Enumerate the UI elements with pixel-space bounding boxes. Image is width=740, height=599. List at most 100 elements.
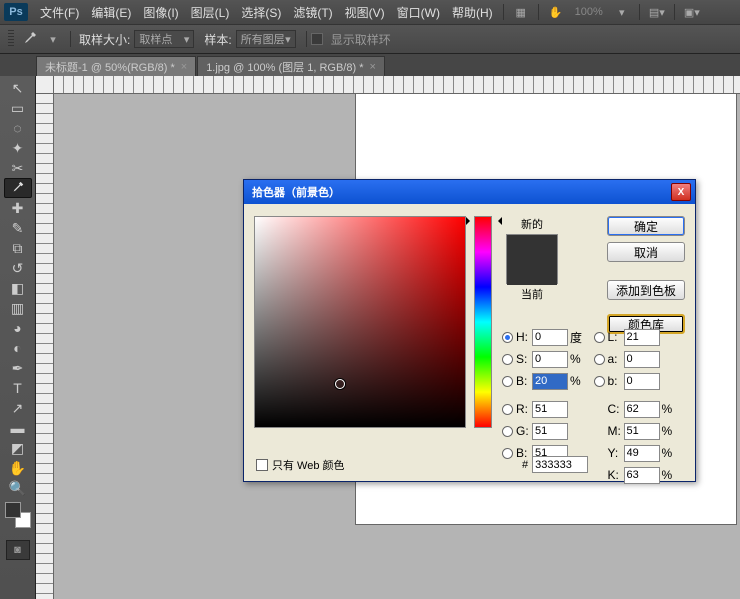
input-y[interactable]: [624, 445, 660, 462]
heal-tool[interactable]: ✚: [4, 198, 32, 218]
document-tab-active[interactable]: 未标题-1 @ 50%(RGB/8) *×: [36, 56, 196, 76]
input-a[interactable]: [624, 351, 660, 368]
input-b-hsb[interactable]: [532, 373, 568, 390]
ruler-vertical[interactable]: [36, 94, 54, 599]
input-l[interactable]: [624, 329, 660, 346]
quickmask-icon[interactable]: ◙: [6, 540, 30, 560]
radio-s[interactable]: [502, 354, 513, 365]
tool-preset-dropdown[interactable]: ▾: [44, 32, 62, 46]
marquee-tool[interactable]: ▭: [4, 98, 32, 118]
ruler-horizontal[interactable]: [54, 76, 740, 94]
3d-tool[interactable]: ◩: [4, 438, 32, 458]
web-only-checkbox[interactable]: [256, 459, 268, 471]
radio-l[interactable]: [594, 332, 605, 343]
label-l: L:: [608, 330, 624, 344]
color-field-marker[interactable]: [335, 379, 345, 389]
input-hex[interactable]: [532, 456, 588, 473]
path-tool[interactable]: ↗: [4, 398, 32, 418]
menu-help[interactable]: 帮助(H): [446, 4, 499, 21]
screen-mode-icon[interactable]: ▣▾: [683, 5, 701, 19]
zoom-tool[interactable]: 🔍: [4, 478, 32, 498]
label-a: a:: [608, 352, 624, 366]
menu-bar: Ps 文件(F) 编辑(E) 图像(I) 图层(L) 选择(S) 滤镜(T) 视…: [0, 0, 740, 24]
hand-tool[interactable]: ✋: [4, 458, 32, 478]
grip-icon[interactable]: [8, 30, 14, 48]
input-c[interactable]: [624, 401, 660, 418]
sample-layers-select[interactable]: 所有图层▾: [236, 30, 296, 48]
radio-bl[interactable]: [502, 448, 513, 459]
radio-b-lab[interactable]: [594, 376, 605, 387]
move-tool[interactable]: ↖: [4, 78, 32, 98]
label-r: R:: [516, 402, 532, 416]
sample-size-select[interactable]: 取样点▾: [134, 30, 194, 48]
radio-b[interactable]: [502, 376, 513, 387]
preview-new-label: 新的: [506, 216, 558, 232]
eyedropper-tool[interactable]: [4, 178, 32, 198]
menu-filter[interactable]: 滤镜(T): [287, 4, 338, 21]
launch-icon[interactable]: ▦: [512, 5, 530, 19]
close-button[interactable]: X: [671, 183, 691, 201]
input-m[interactable]: [624, 423, 660, 440]
history-brush-tool[interactable]: ↺: [4, 258, 32, 278]
dialog-title: 拾色器（前景色）: [252, 184, 340, 200]
menu-window[interactable]: 窗口(W): [391, 4, 446, 21]
preview-current-label: 当前: [506, 286, 558, 302]
radio-a[interactable]: [594, 354, 605, 365]
menu-view[interactable]: 视图(V): [339, 4, 391, 21]
hand-icon[interactable]: ✋: [547, 5, 565, 19]
toolbox: ↖ ▭ ◌ ✦ ✂ ✚ ✎ ⧉ ↺ ◧ ▥ ◕ ◐ ✒ T ↗ ▬ ◩ ✋ 🔍 …: [0, 76, 36, 599]
type-tool[interactable]: T: [4, 378, 32, 398]
eyedropper-icon[interactable]: [20, 29, 40, 49]
pen-tool[interactable]: ✒: [4, 358, 32, 378]
stamp-tool[interactable]: ⧉: [4, 238, 32, 258]
color-field[interactable]: [254, 216, 466, 428]
menu-edit[interactable]: 编辑(E): [85, 4, 137, 21]
menu-image[interactable]: 图像(I): [137, 4, 184, 21]
label-h: H:: [516, 330, 532, 344]
show-ring-checkbox[interactable]: [311, 33, 323, 45]
radio-h[interactable]: [502, 332, 513, 343]
lasso-tool[interactable]: ◌: [4, 118, 32, 138]
radio-g[interactable]: [502, 426, 513, 437]
label-k: K:: [608, 468, 624, 482]
chevron-down-icon[interactable]: ▾: [613, 5, 631, 19]
wand-tool[interactable]: ✦: [4, 138, 32, 158]
input-g[interactable]: [532, 423, 568, 440]
hue-slider[interactable]: [474, 216, 492, 428]
dialog-titlebar[interactable]: 拾色器（前景色） X: [244, 180, 695, 204]
crop-tool[interactable]: ✂: [4, 158, 32, 178]
menu-select[interactable]: 选择(S): [235, 4, 287, 21]
input-k[interactable]: [624, 467, 660, 484]
dodge-tool[interactable]: ◐: [4, 338, 32, 358]
input-b-lab[interactable]: [624, 373, 660, 390]
close-icon[interactable]: ×: [181, 61, 187, 73]
preview-current-swatch: [507, 260, 557, 285]
brush-tool[interactable]: ✎: [4, 218, 32, 238]
arrange-icon[interactable]: ▤▾: [648, 5, 666, 19]
web-only-label: 只有 Web 颜色: [272, 457, 345, 473]
color-picker-dialog: 拾色器（前景色） X 新的 当前 确定 取消 添加到色板: [243, 179, 696, 482]
input-s[interactable]: [532, 351, 568, 368]
close-icon[interactable]: ×: [369, 61, 375, 73]
eraser-tool[interactable]: ◧: [4, 278, 32, 298]
color-swatches[interactable]: [5, 502, 31, 528]
input-h[interactable]: [532, 329, 568, 346]
label-g: G:: [516, 424, 532, 438]
input-r[interactable]: [532, 401, 568, 418]
sample-label: 样本:: [204, 31, 231, 48]
ok-button[interactable]: 确定: [607, 216, 685, 236]
ruler-corner: [36, 76, 54, 94]
add-swatch-button[interactable]: 添加到色板: [607, 280, 685, 300]
radio-r[interactable]: [502, 404, 513, 415]
menu-layer[interactable]: 图层(L): [185, 4, 236, 21]
foreground-swatch[interactable]: [5, 502, 21, 518]
shape-tool[interactable]: ▬: [4, 418, 32, 438]
hue-slider-handle[interactable]: [471, 217, 497, 223]
menu-file[interactable]: 文件(F): [34, 4, 85, 21]
cancel-button[interactable]: 取消: [607, 242, 685, 262]
preview-new-swatch: [507, 235, 557, 260]
document-tab[interactable]: 1.jpg @ 100% (图层 1, RGB/8) *×: [197, 56, 385, 76]
zoom-level[interactable]: 100%: [569, 6, 609, 18]
gradient-tool[interactable]: ▥: [4, 298, 32, 318]
blur-tool[interactable]: ◕: [4, 318, 32, 338]
